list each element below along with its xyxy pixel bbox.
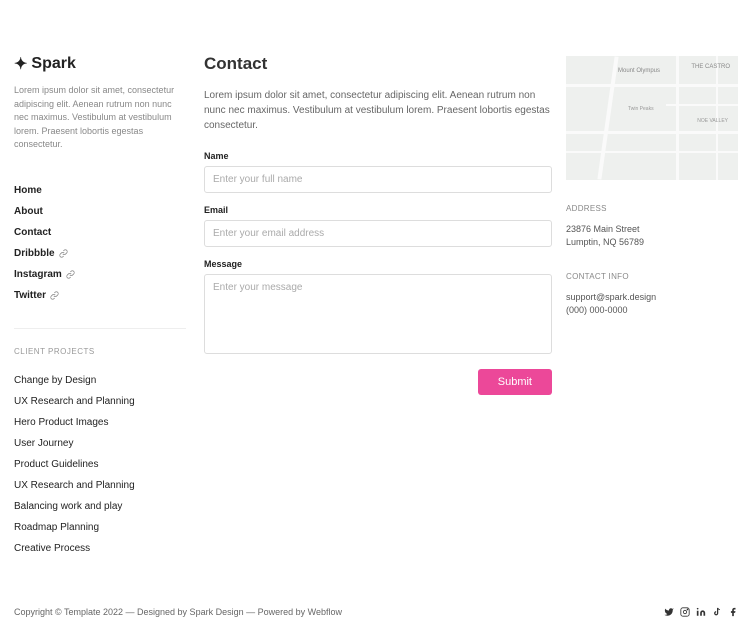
form-group-message: Message: [204, 259, 552, 357]
sidebar-description: Lorem ipsum dolor sit amet, consectetur …: [14, 84, 186, 152]
map-road: [676, 56, 679, 180]
project-item[interactable]: Creative Process: [14, 538, 186, 559]
project-item[interactable]: Roadmap Planning: [14, 517, 186, 538]
message-label: Message: [204, 259, 552, 269]
map-road: [566, 84, 738, 87]
page-description: Lorem ipsum dolor sit amet, consectetur …: [204, 88, 552, 133]
email-label: Email: [204, 205, 552, 215]
map-road: [666, 104, 738, 106]
name-input[interactable]: [204, 166, 552, 193]
logo-text: Spark: [31, 55, 75, 73]
link-icon: [59, 249, 68, 258]
map-label: THE CASTRO: [691, 64, 730, 70]
main: Contact Lorem ipsum dolor sit amet, cons…: [204, 14, 738, 576]
contact-info-block: CONTACT INFO support@spark.design (000) …: [566, 272, 738, 316]
address-line: Lumptin, NQ 56789: [566, 236, 738, 249]
nav-label: Dribbble: [14, 248, 55, 259]
link-icon: [50, 291, 59, 300]
footer-text: Copyright © Template 2022 — Designed by …: [14, 607, 342, 617]
divider: [14, 328, 186, 329]
footer-icons: [664, 607, 738, 617]
facebook-icon[interactable]: [728, 607, 738, 617]
footer: Copyright © Template 2022 — Designed by …: [14, 607, 738, 617]
aside: Mount Olympus THE CASTRO Twin Peaks NOE …: [566, 54, 738, 576]
project-item[interactable]: Product Guidelines: [14, 454, 186, 475]
twitter-icon[interactable]: [664, 607, 674, 617]
spark-icon: ✦: [14, 54, 27, 74]
project-item[interactable]: Balancing work and play: [14, 496, 186, 517]
map-road: [566, 151, 738, 153]
nav-item-home[interactable]: Home: [14, 180, 186, 201]
address-line: 23876 Main Street: [566, 223, 738, 236]
map-label: Twin Peaks: [628, 106, 654, 112]
sidebar: ✦ Spark Lorem ipsum dolor sit amet, cons…: [14, 14, 186, 576]
instagram-icon[interactable]: [680, 607, 690, 617]
project-item[interactable]: UX Research and Planning: [14, 475, 186, 496]
contact-email: support@spark.design: [566, 291, 738, 304]
contact-info-label: CONTACT INFO: [566, 272, 738, 281]
content: Contact Lorem ipsum dolor sit amet, cons…: [204, 54, 552, 576]
map[interactable]: Mount Olympus THE CASTRO Twin Peaks NOE …: [566, 56, 738, 180]
address-label: ADDRESS: [566, 204, 738, 213]
nav-list: Home About Contact Dribbble Instagram Tw…: [14, 180, 186, 306]
project-item[interactable]: User Journey: [14, 433, 186, 454]
nav-label: Home: [14, 185, 42, 196]
submit-button[interactable]: Submit: [478, 369, 552, 395]
contact-phone: (000) 000-0000: [566, 304, 738, 317]
map-road: [597, 56, 618, 179]
nav-item-dribbble[interactable]: Dribbble: [14, 243, 186, 264]
project-item[interactable]: Change by Design: [14, 370, 186, 391]
map-label: Mount Olympus: [618, 68, 660, 74]
project-item[interactable]: Hero Product Images: [14, 412, 186, 433]
nav-label: Twitter: [14, 290, 46, 301]
page-title: Contact: [204, 54, 552, 74]
form-group-name: Name: [204, 151, 552, 193]
map-label: NOE VALLEY: [697, 118, 728, 124]
email-input[interactable]: [204, 220, 552, 247]
logo[interactable]: ✦ Spark: [14, 54, 186, 74]
nav-item-contact[interactable]: Contact: [14, 222, 186, 243]
form-group-email: Email: [204, 205, 552, 247]
nav-label: About: [14, 206, 43, 217]
nav-item-about[interactable]: About: [14, 201, 186, 222]
project-item[interactable]: UX Research and Planning: [14, 391, 186, 412]
nav-label: Instagram: [14, 269, 62, 280]
address-block: ADDRESS 23876 Main Street Lumptin, NQ 56…: [566, 204, 738, 248]
project-list: Change by Design UX Research and Plannin…: [14, 370, 186, 559]
linkedin-icon[interactable]: [696, 607, 706, 617]
submit-row: Submit: [204, 369, 552, 395]
tiktok-icon[interactable]: [712, 607, 722, 617]
nav-label: Contact: [14, 227, 51, 238]
message-input[interactable]: [204, 274, 552, 354]
projects-label: CLIENT PROJECTS: [14, 347, 186, 356]
name-label: Name: [204, 151, 552, 161]
nav-item-instagram[interactable]: Instagram: [14, 264, 186, 285]
link-icon: [66, 270, 75, 279]
map-road: [566, 131, 738, 134]
nav-item-twitter[interactable]: Twitter: [14, 285, 186, 306]
